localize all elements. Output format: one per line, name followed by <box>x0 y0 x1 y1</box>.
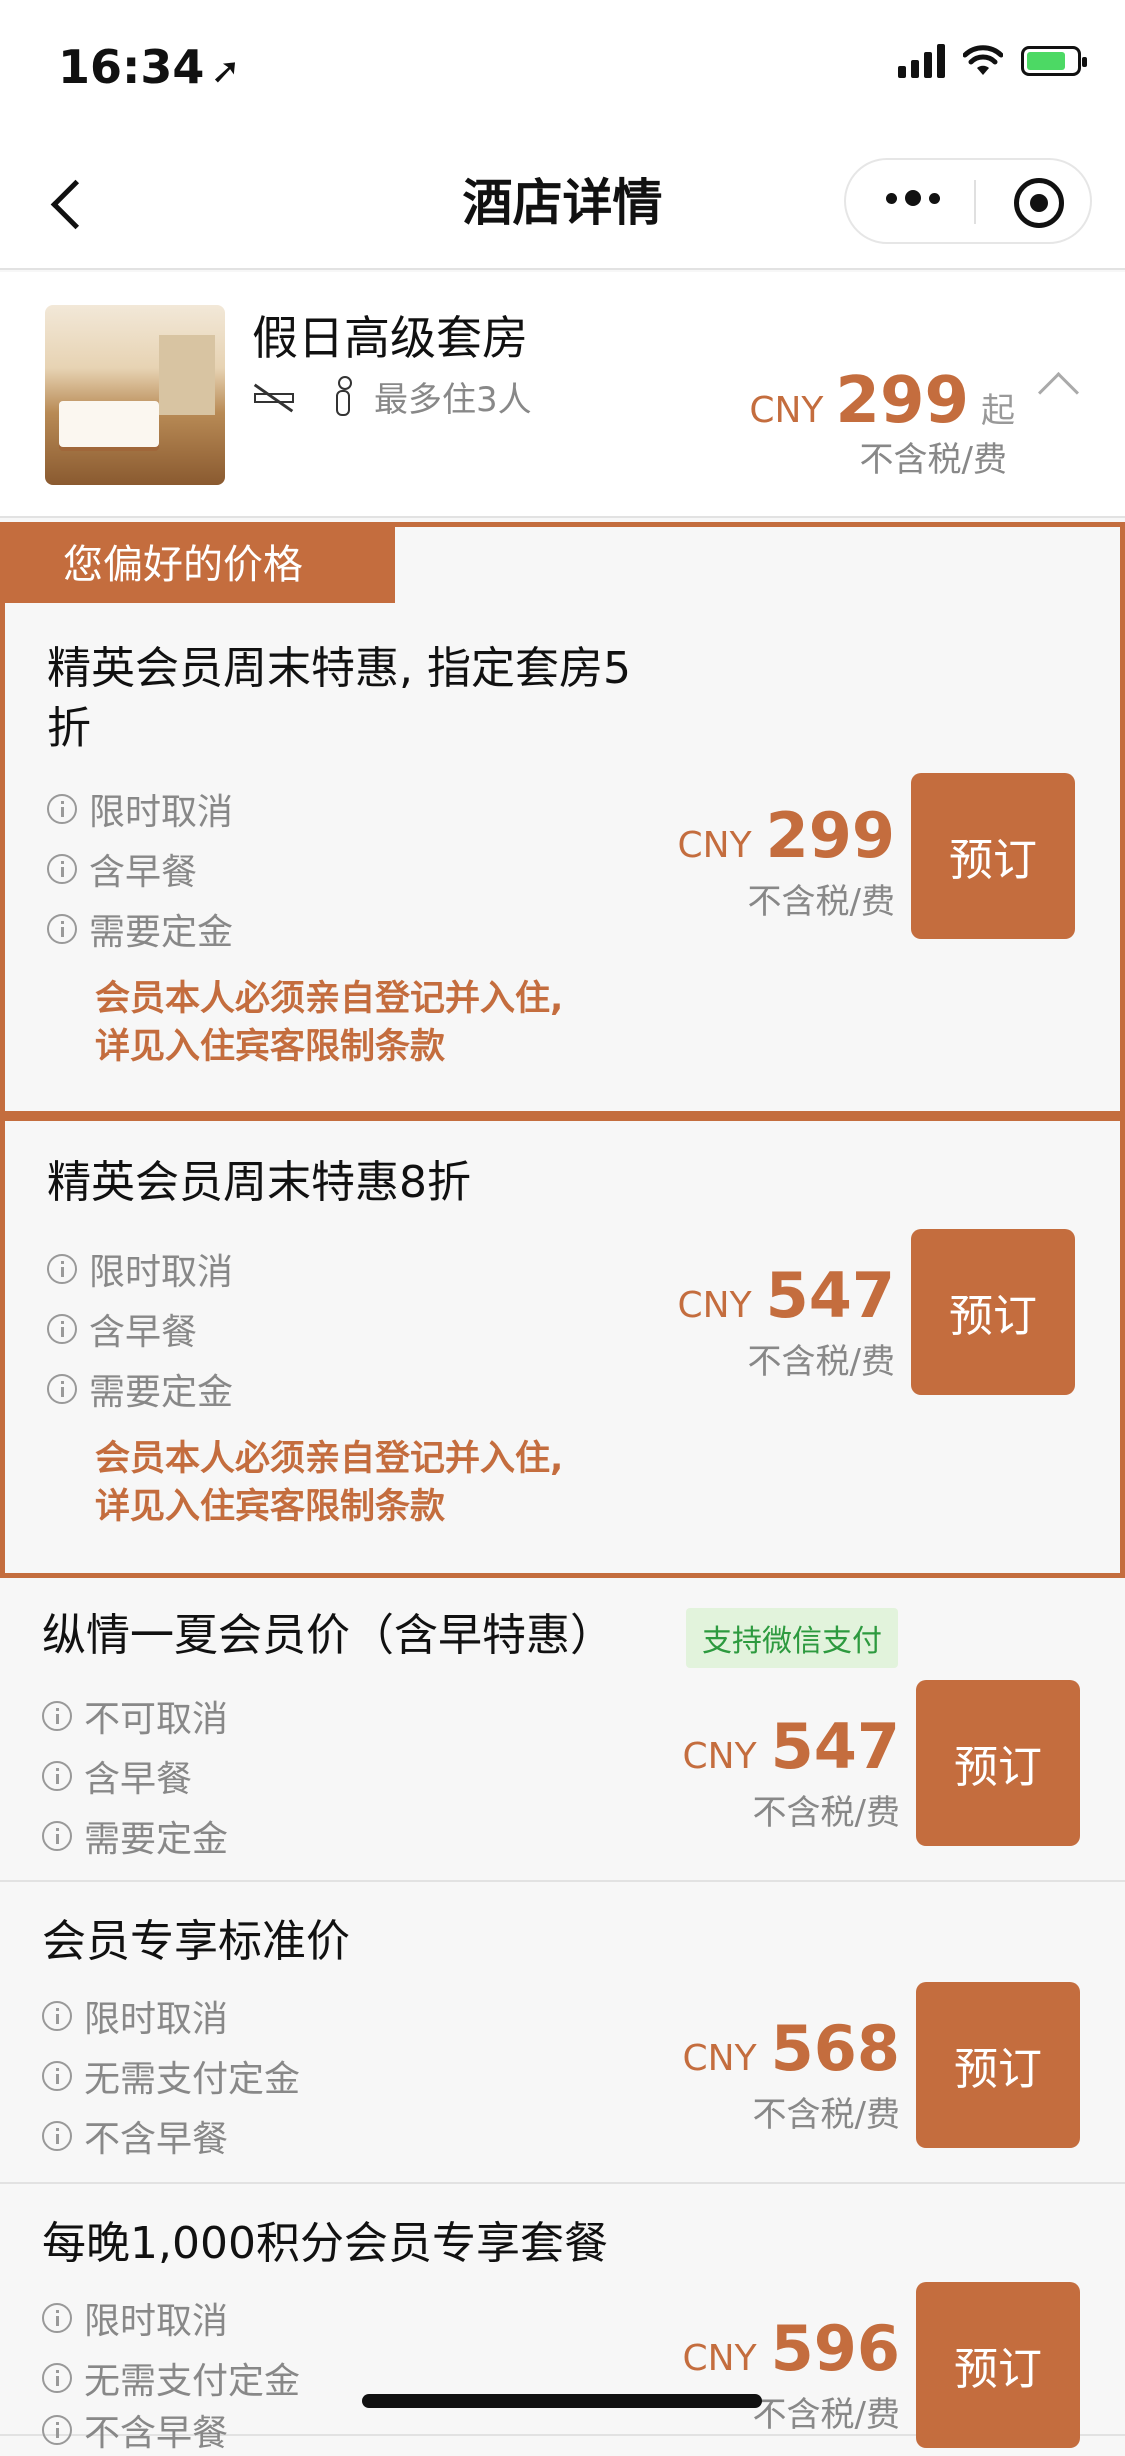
info-icon[interactable] <box>42 2121 72 2151</box>
chevron-up-icon[interactable] <box>1037 371 1080 414</box>
rate-title: 会员专享标准价 <box>42 1916 350 1967</box>
condition-item: 不含早餐 <box>42 2404 228 2456</box>
condition-item: 含早餐 <box>42 1750 192 1802</box>
max-occupancy: 最多住3人 <box>374 380 532 420</box>
book-button[interactable]: 预订 <box>916 2282 1080 2448</box>
price-from: 起 <box>981 391 1015 431</box>
book-button[interactable]: 预订 <box>911 1229 1075 1395</box>
book-button[interactable]: 预订 <box>911 773 1075 939</box>
rate-price: CNY 299 不含税/费 <box>677 799 895 922</box>
member-notice[interactable]: 会员本人必须亲自登记并入住, 详见入住宾客限制条款 <box>95 1435 563 1531</box>
room-features: 最多住3人 <box>252 372 532 421</box>
more-icon[interactable] <box>886 190 940 206</box>
info-icon[interactable] <box>42 2001 72 2031</box>
condition-item: 不可取消 <box>42 1690 228 1742</box>
nav-bar: 酒店详情 <box>0 135 1125 270</box>
book-button[interactable]: 预订 <box>916 1982 1080 2148</box>
rate-title: 每晚1,000积分会员专享套餐 <box>42 2218 608 2269</box>
price-value: 299 <box>835 364 969 438</box>
no-smoking-icon <box>252 377 298 417</box>
signal-icon <box>898 44 945 78</box>
room-photo[interactable] <box>45 305 225 485</box>
tax-note: 不含税/费 <box>859 440 1007 480</box>
condition-item: 无需支付定金 <box>42 2352 300 2404</box>
info-icon[interactable] <box>42 1761 72 1791</box>
rate-price: CNY 596 不含税/费 <box>682 2312 900 2435</box>
rate-title: 精英会员周末特惠8折 <box>47 1157 471 1208</box>
rate-price: CNY 547 不含税/费 <box>677 1259 895 1382</box>
info-icon[interactable] <box>42 2415 72 2445</box>
preferred-price-tag: 您偏好的价格 <box>5 527 395 603</box>
condition-item: 不含早餐 <box>42 2110 228 2162</box>
info-icon[interactable] <box>47 1254 77 1284</box>
info-icon[interactable] <box>47 1314 77 1344</box>
capsule-divider <box>974 180 976 224</box>
rate-price: CNY 547 不含税/费 <box>682 1710 900 1833</box>
room-price: CNY 299 起 <box>749 364 1015 438</box>
info-icon[interactable] <box>42 2061 72 2091</box>
info-icon[interactable] <box>47 854 77 884</box>
condition-item: 需要定金 <box>47 903 233 955</box>
close-target-icon[interactable] <box>1014 178 1064 228</box>
currency: CNY <box>749 390 824 431</box>
condition-item: 限时取消 <box>47 1243 233 1295</box>
info-icon[interactable] <box>47 794 77 824</box>
condition-item: 限时取消 <box>42 2292 228 2344</box>
info-icon[interactable] <box>42 2303 72 2333</box>
info-icon[interactable] <box>47 914 77 944</box>
rate-card: 纵情一夏会员价（含早特惠） 支持微信支付 不可取消 含早餐 需要定金 CNY 54… <box>0 1578 1125 1882</box>
condition-item: 需要定金 <box>47 1363 233 1415</box>
room-header[interactable]: 假日高级套房 最多住3人 CNY 299 起 不含税/费 <box>0 272 1125 518</box>
info-icon[interactable] <box>42 2363 72 2393</box>
condition-item: 需要定金 <box>42 1810 228 1862</box>
condition-item: 含早餐 <box>47 1303 197 1355</box>
info-icon[interactable] <box>42 1701 72 1731</box>
member-notice[interactable]: 会员本人必须亲自登记并入住, 详见入住宾客限制条款 <box>95 975 563 1071</box>
status-icons <box>898 44 1087 78</box>
rate-card: 精英会员周末特惠8折 限时取消 含早餐 需要定金 会员本人必须亲自登记并入住, … <box>0 1116 1125 1578</box>
rate-title: 纵情一夏会员价（含早特惠） <box>42 1610 614 1661</box>
time-text: 16:34 <box>58 40 205 94</box>
room-name: 假日高级套房 <box>252 311 528 365</box>
battery-icon <box>1021 46 1087 76</box>
home-indicator[interactable] <box>362 2394 762 2408</box>
condition-item: 无需支付定金 <box>42 2050 300 2102</box>
condition-item: 限时取消 <box>47 783 233 835</box>
condition-item: 限时取消 <box>42 1990 228 2042</box>
location-arrow-icon: ➚ <box>210 51 241 92</box>
status-bar: 16:34 ➚ <box>0 0 1125 135</box>
info-icon[interactable] <box>42 1821 72 1851</box>
rate-title: 精英会员周末特惠, 指定套房5 折 <box>47 643 631 754</box>
info-icon[interactable] <box>47 1374 77 1404</box>
status-time: 16:34 ➚ <box>58 40 241 94</box>
rate-card: 您偏好的价格 精英会员周末特惠, 指定套房5 折 限时取消 含早餐 需要定金 会… <box>0 522 1125 1116</box>
mini-program-capsule <box>844 158 1092 244</box>
condition-item: 含早餐 <box>47 843 197 895</box>
book-button[interactable]: 预订 <box>916 1680 1080 1846</box>
rate-card: 会员专享标准价 限时取消 无需支付定金 不含早餐 CNY 568 不含税/费 预订 <box>0 1882 1125 2184</box>
person-icon <box>332 375 354 418</box>
wifi-icon <box>963 45 1003 75</box>
rate-price: CNY 568 不含税/费 <box>682 2012 900 2135</box>
wechat-pay-badge: 支持微信支付 <box>686 1608 898 1668</box>
